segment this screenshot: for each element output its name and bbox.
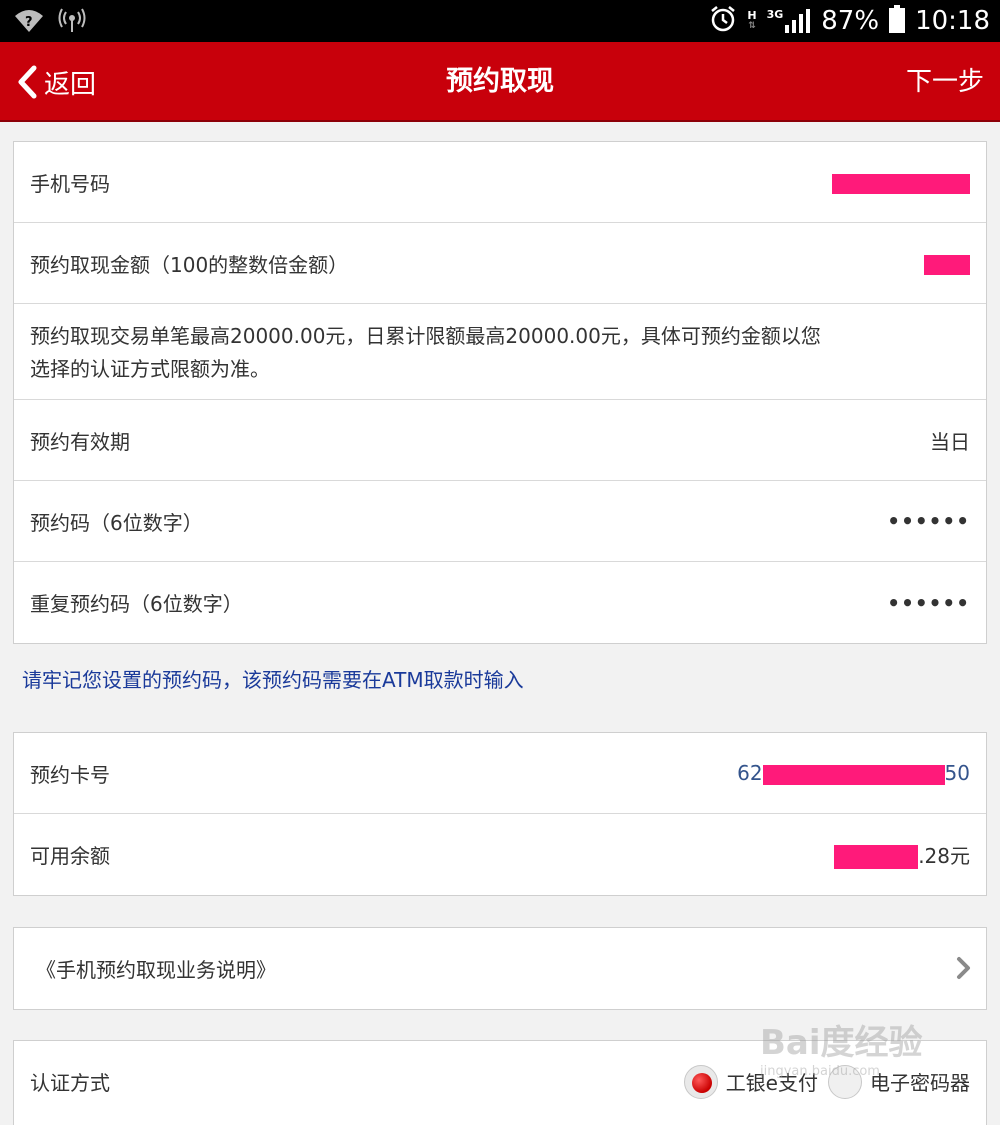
radio-unselected-icon[interactable] — [828, 1064, 862, 1099]
card-number-value[interactable]: 62 50 — [737, 761, 970, 785]
page-title: 预约取现 — [446, 66, 554, 97]
code-input[interactable]: •••••• — [887, 509, 970, 533]
card-number-prefix: 62 — [737, 761, 763, 785]
auth-method-row: 认证方式 工银e支付 电子密码器 — [14, 1041, 986, 1122]
phone-row[interactable]: 手机号码 — [14, 142, 986, 223]
card-number-label: 预约卡号 — [30, 762, 110, 787]
code-reminder-note: 请牢记您设置的预约码，该预约码需要在ATM取款时输入 — [22, 668, 524, 692]
redaction-mark — [832, 173, 970, 194]
balance-label: 可用余额 — [30, 844, 110, 868]
auth-method-label: 认证方式 — [30, 1071, 110, 1095]
status-bar: ? H ⇅ 3G 87% 10:18 — [0, 0, 1000, 42]
balance-row: 可用余额 .28元 — [14, 814, 986, 895]
code-repeat-input[interactable]: •••••• — [887, 591, 970, 615]
svg-text:?: ? — [25, 15, 33, 30]
amount-row[interactable]: 预约取现金额（100的整数倍金额） — [14, 223, 986, 304]
battery-percent: 87% — [821, 6, 880, 36]
hotspot-icon — [58, 6, 86, 38]
validity-label: 预约有效期 — [30, 429, 130, 454]
h-network-indicator: H ⇅ — [747, 10, 756, 32]
alarm-icon — [709, 5, 737, 37]
amount-input[interactable] — [924, 251, 970, 275]
auth-option-token-label: 电子密码器 — [870, 1071, 970, 1095]
code-row[interactable]: 预约码（6位数字） •••••• — [14, 481, 986, 562]
wifi-question-icon: ? — [14, 6, 44, 38]
auth-option-epay-label: 工银e支付 — [725, 1071, 818, 1095]
network-h-label: H — [747, 9, 757, 22]
next-step-button[interactable]: 下一步 — [906, 42, 984, 122]
balance-suffix: .28元 — [918, 843, 970, 868]
balance-value: .28元 — [834, 840, 970, 870]
code-repeat-row[interactable]: 重复预约码（6位数字） •••••• — [14, 562, 986, 643]
limit-description: 预约取现交易单笔最高20000.00元，日累计限额最高20000.00元，具体可… — [14, 304, 986, 400]
withdrawal-form-card: 手机号码 预约取现金额（100的整数倍金额） 预约取现交易单笔最高20000.0… — [13, 141, 987, 644]
redaction-mark — [762, 764, 945, 785]
validity-row: 预约有效期 当日 — [14, 400, 986, 481]
card-number-row[interactable]: 预约卡号 62 50 — [14, 733, 986, 814]
limit-description-line1: 预约取现交易单笔最高20000.00元，日累计限额最高20000.00元，具体可… — [30, 324, 821, 348]
clock: 10:18 — [915, 6, 990, 36]
account-card: 预约卡号 62 50 可用余额 .28元 — [13, 732, 987, 896]
auth-option-epay[interactable]: 工银e支付 — [683, 1064, 818, 1099]
signal-bars-icon — [785, 9, 811, 33]
auth-option-token[interactable]: 电子密码器 — [828, 1064, 970, 1099]
chevron-right-icon — [957, 957, 970, 979]
data-arrows-icon: ⇅ — [748, 21, 756, 31]
validity-value: 当日 — [930, 429, 970, 454]
signal-indicator: 3G — [767, 9, 812, 33]
agreement-link[interactable]: 《手机预约取现业务说明》 — [36, 954, 970, 983]
code-label: 预约码（6位数字） — [30, 510, 203, 535]
battery-icon — [889, 5, 906, 37]
redaction-mark — [924, 254, 970, 275]
redaction-mark — [834, 845, 919, 870]
network-3g-label: 3G — [766, 8, 784, 21]
agreement-link-row[interactable]: 《手机预约取现业务说明》 — [14, 928, 986, 1009]
limit-description-line2: 选择的认证方式限额为准。 — [30, 357, 270, 381]
agreement-card: 《手机预约取现业务说明》 — [13, 927, 987, 1010]
card-number-suffix: 50 — [944, 761, 970, 785]
phone-value[interactable] — [832, 170, 970, 194]
phone-label: 手机号码 — [30, 171, 110, 196]
code-repeat-label: 重复预约码（6位数字） — [30, 592, 243, 616]
auth-method-card: 认证方式 工银e支付 电子密码器 — [13, 1040, 987, 1125]
amount-label: 预约取现金额（100的整数倍金额） — [30, 252, 349, 277]
app-header: 返回 预约取现 下一步 — [0, 42, 1000, 122]
radio-selected-icon[interactable] — [683, 1064, 718, 1099]
